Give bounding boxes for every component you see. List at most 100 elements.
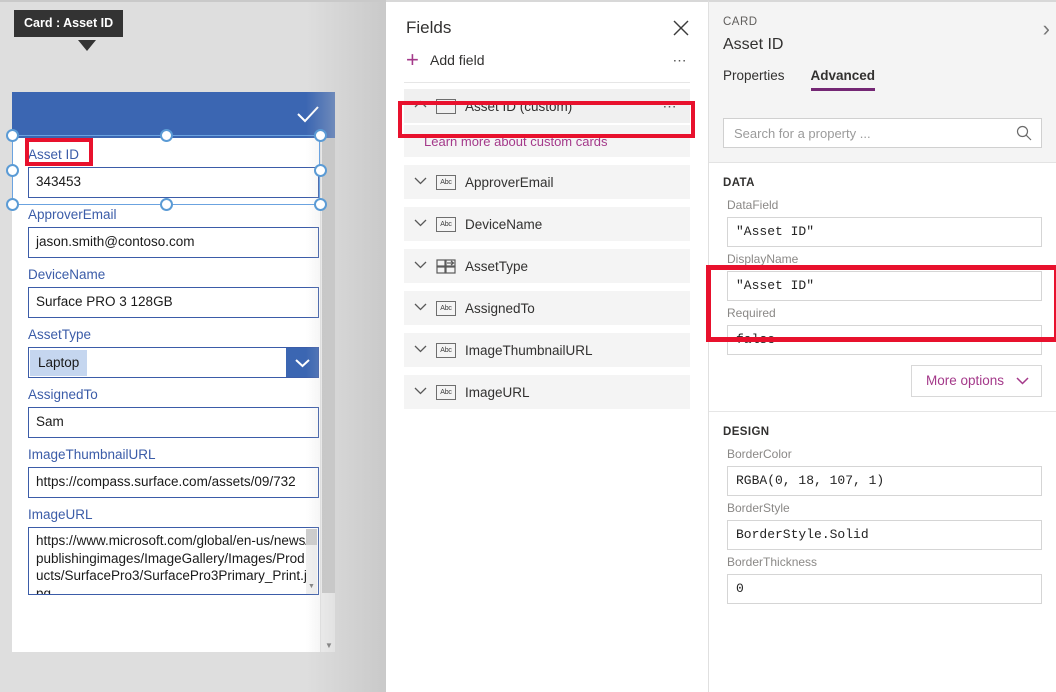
chevron-down-icon	[1016, 376, 1029, 385]
fields-panel-title: Fields	[386, 2, 451, 38]
property-label: BorderColor	[727, 447, 1042, 466]
asset-form[interactable]: Asset ID 343453 ApproverEmail jason.smit…	[12, 92, 335, 652]
form-field-assigned-to[interactable]: AssignedTo Sam	[12, 378, 335, 438]
plus-icon: +	[406, 53, 430, 67]
form-field-input[interactable]: Sam	[28, 407, 319, 438]
tooltip-pointer	[78, 40, 96, 51]
field-row-label: ImageURL	[465, 385, 530, 400]
app-canvas: Asset ID 343453 ApproverEmail jason.smit…	[0, 0, 386, 692]
property-value[interactable]: false	[727, 325, 1042, 355]
form-body: Asset ID 343453 ApproverEmail jason.smit…	[12, 138, 335, 652]
fields-panel: Fields + Add field ⋯ Asset ID (custom) ⋯…	[386, 0, 709, 692]
field-row-assettype[interactable]: AssetType	[404, 249, 690, 283]
property-bordercolor[interactable]: BorderColor RGBA(0, 18, 107, 1)	[709, 442, 1056, 496]
scroll-down-arrow[interactable]: ▼	[308, 578, 315, 596]
properties-panel: CARD Asset ID › Properties Advanced DATA…	[709, 0, 1056, 692]
property-required[interactable]: Required false	[709, 301, 1056, 355]
selection-handle-middle-left[interactable]	[6, 164, 19, 177]
search-icon[interactable]	[1016, 125, 1032, 141]
field-row-approveremail[interactable]: Abc ApproverEmail	[404, 165, 690, 199]
tab-properties[interactable]: Properties	[723, 68, 785, 91]
properties-subject: Asset ID	[723, 28, 1056, 54]
property-value[interactable]: RGBA(0, 18, 107, 1)	[727, 466, 1042, 496]
more-options-label: More options	[926, 373, 1004, 388]
chevron-down-icon[interactable]	[414, 344, 436, 356]
property-value[interactable]: BorderStyle.Solid	[727, 520, 1042, 550]
chevron-down-icon[interactable]	[414, 218, 436, 230]
field-row-assignedto[interactable]: Abc AssignedTo	[404, 291, 690, 325]
form-field-approver-email[interactable]: ApproverEmail jason.smith@contoso.com	[12, 198, 335, 258]
form-field-label: DeviceName	[28, 258, 105, 287]
selection-handle-top-left[interactable]	[6, 129, 19, 142]
form-field-input[interactable]: Surface PRO 3 128GB	[28, 287, 319, 318]
divider	[404, 82, 690, 83]
form-field-label: AssignedTo	[28, 378, 98, 407]
field-row-devicename[interactable]: Abc DeviceName	[404, 207, 690, 241]
form-field-input[interactable]: https://compass.surface.com/assets/09/73…	[28, 467, 319, 498]
add-field-button[interactable]: + Add field ⋯	[386, 38, 708, 82]
field-row-label: AssignedTo	[465, 301, 535, 316]
field-row-label: AssetType	[465, 259, 528, 274]
property-borderthickness[interactable]: BorderThickness 0	[709, 550, 1056, 604]
form-field-input[interactable]: 343453	[28, 167, 319, 198]
dropdown-selected-value: Laptop	[30, 350, 87, 376]
ellipsis-icon[interactable]: ⋯	[663, 98, 679, 115]
chevron-down-icon[interactable]	[414, 386, 436, 398]
chevron-down-icon[interactable]	[414, 302, 436, 314]
property-label: Required	[727, 306, 1042, 325]
form-scrollbar[interactable]: ▼	[320, 138, 335, 652]
dropdown-toggle-button[interactable]	[286, 348, 318, 377]
search-input[interactable]	[723, 118, 1042, 148]
selection-handle-top-center[interactable]	[160, 129, 173, 142]
property-value[interactable]: 0	[727, 574, 1042, 604]
scrollbar-thumb[interactable]	[306, 529, 317, 545]
scroll-down-arrow[interactable]: ▼	[325, 641, 333, 650]
learn-more-row[interactable]: Learn more about custom cards	[404, 125, 690, 157]
tab-advanced[interactable]: Advanced	[811, 68, 876, 91]
abc-icon: Abc	[436, 385, 456, 400]
abc-icon: Abc	[436, 217, 456, 232]
chevron-down-icon	[295, 358, 310, 368]
field-row-asset-id-custom[interactable]: Asset ID (custom) ⋯	[404, 89, 690, 123]
checkmark-icon[interactable]	[295, 103, 321, 125]
close-icon[interactable]	[672, 19, 690, 37]
learn-more-link[interactable]: Learn more about custom cards	[424, 134, 608, 149]
property-displayname[interactable]: DisplayName "Asset ID"	[709, 247, 1056, 301]
property-label: BorderThickness	[727, 555, 1042, 574]
ellipsis-icon[interactable]: ⋯	[673, 52, 689, 69]
field-row-imageurl[interactable]: Abc ImageURL	[404, 375, 690, 409]
property-label: DisplayName	[727, 252, 1042, 271]
property-value[interactable]: "Asset ID"	[727, 271, 1042, 301]
chevron-up-icon[interactable]	[414, 100, 436, 112]
property-label: BorderStyle	[727, 501, 1042, 520]
form-field-asset-type[interactable]: AssetType Laptop	[12, 318, 335, 378]
selection-handle-bottom-right[interactable]	[314, 198, 327, 211]
form-field-image-url[interactable]: ImageURL https://www.microsoft.com/globa…	[12, 498, 335, 595]
selection-handle-bottom-center[interactable]	[160, 198, 173, 211]
chevron-down-icon[interactable]	[414, 176, 436, 188]
textarea-scrollbar[interactable]: ▲ ▼	[306, 529, 317, 595]
selection-handle-middle-right[interactable]	[314, 164, 327, 177]
more-options-button[interactable]: More options	[911, 365, 1042, 397]
chevron-down-icon[interactable]	[414, 260, 436, 272]
property-value[interactable]: "Asset ID"	[727, 217, 1042, 247]
form-field-dropdown[interactable]: Laptop	[28, 347, 319, 378]
chevron-right-icon[interactable]: ›	[1043, 16, 1050, 42]
form-field-device-name[interactable]: DeviceName Surface PRO 3 128GB	[12, 258, 335, 318]
rectangle-icon	[436, 99, 456, 114]
form-field-image-thumbnail-url[interactable]: ImageThumbnailURL https://compass.surfac…	[12, 438, 335, 498]
abc-icon: Abc	[436, 175, 456, 190]
form-field-textarea[interactable]: https://www.microsoft.com/global/en-us/n…	[28, 527, 319, 595]
field-row-imagethumbnailurl[interactable]: Abc ImageThumbnailURL	[404, 333, 690, 367]
form-field-label: ImageThumbnailURL	[28, 438, 156, 467]
card-tooltip: Card : Asset ID	[14, 10, 123, 37]
add-field-label: Add field	[430, 52, 484, 68]
field-row-label: Asset ID (custom)	[465, 99, 572, 114]
form-field-input[interactable]: jason.smith@contoso.com	[28, 227, 319, 258]
selection-handle-bottom-left[interactable]	[6, 198, 19, 211]
property-borderstyle[interactable]: BorderStyle BorderStyle.Solid	[709, 496, 1056, 550]
property-label: DataField	[727, 198, 1042, 217]
section-title-data: DATA	[709, 163, 1056, 193]
selection-handle-top-right[interactable]	[314, 129, 327, 142]
property-datafield[interactable]: DataField "Asset ID"	[709, 193, 1056, 247]
